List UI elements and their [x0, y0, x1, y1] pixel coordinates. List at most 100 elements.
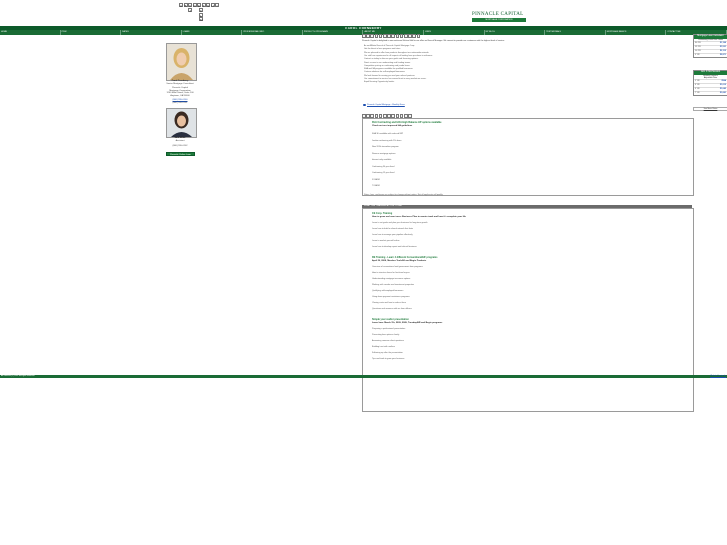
text-line: Understanding mortgage insurance options: [372, 278, 411, 280]
text-line: How to structure loans for first-time bu…: [372, 272, 410, 274]
letter-e[interactable]: E: [197, 3, 201, 8]
nav-item-4[interactable]: PROFESSIONAL INFO: [242, 30, 303, 35]
text-line: Overview of conventional and government …: [372, 266, 423, 268]
agent-fax: (800) 555-0101: [172, 101, 188, 104]
letter-k[interactable]: K: [199, 8, 203, 13]
letter-j[interactable]: J: [188, 8, 192, 13]
assistant-phone: (800) 555-0102: [172, 145, 188, 147]
page-button[interactable]: [408, 34, 412, 38]
page-button[interactable]: [412, 34, 416, 38]
rate-value: $3,871: [719, 54, 726, 56]
letter-h[interactable]: H: [210, 3, 215, 8]
text-line: 7/1 ARM: [372, 185, 380, 187]
nav-item-8[interactable]: MY BLOG: [485, 30, 546, 35]
text-line: Our staff are experienced in all aspects…: [364, 54, 433, 57]
letter-a[interactable]: A: [179, 3, 183, 8]
news-link[interactable]: Pinnacle Capital Mortgage - Monthly News: [367, 104, 405, 106]
text-line: Learn how to manage your pipeline effect…: [372, 234, 413, 236]
text-line: As an Affiliate Branch of Pinnacle Capit…: [364, 45, 416, 47]
page-button[interactable]: [404, 34, 408, 38]
more-rates-link[interactable]: See More Rates: [694, 108, 727, 111]
page-button[interactable]: [408, 114, 412, 118]
agent-title: Senior Mortgage Consultant: [166, 82, 194, 85]
more-rates[interactable]: See More Rates: [693, 107, 727, 112]
page-button[interactable]: [383, 34, 387, 38]
rate-value: $1,531: [719, 46, 726, 48]
assistant-photo: [166, 108, 197, 138]
text-line: Closing costs and how to reduce them: [372, 302, 406, 304]
text-line: Learn how to develop repeat and referral…: [372, 246, 417, 248]
page-button[interactable]: [366, 114, 370, 118]
nav-item-3[interactable]: LOANS: [182, 30, 243, 35]
text-line: Questions and answers with our loan offi…: [372, 308, 412, 310]
text-line: Learn to set goals and plan your busines…: [372, 222, 428, 224]
letter-i[interactable]: I: [215, 3, 219, 8]
feature-box: [362, 118, 694, 196]
nav-item-2[interactable]: RATES: [121, 30, 182, 35]
toolbar-buttons: [362, 34, 422, 38]
text-line: FHA 30 available with reduced MIP: [372, 133, 404, 135]
text-line: We look forward to serving you and your …: [364, 74, 416, 77]
letter-g[interactable]: G: [206, 3, 210, 8]
nav-item-10[interactable]: MORTGAGE BASICS: [606, 30, 667, 35]
letter-d[interactable]: D: [192, 3, 197, 8]
feature-subtitle: Check out our improved HA guidelines: [372, 124, 413, 127]
nav-item-5[interactable]: PRODUCT & PROGRAMS: [303, 30, 364, 35]
footer-credit[interactable]: Website Design by: [710, 375, 726, 378]
nav-item-7[interactable]: LINKS: [424, 30, 485, 35]
letter-m[interactable]: M: [199, 17, 203, 22]
rate-term: 3 YR: [695, 84, 700, 87]
online-loan-button[interactable]: Pinnacle Online Loan: [166, 152, 195, 156]
page-button[interactable]: [404, 114, 408, 118]
text-line: Conforming 15 year fixed: [372, 172, 395, 174]
rate-value: $2,113: [719, 50, 726, 52]
nav-item-9[interactable]: TESTIMONIALS: [545, 30, 606, 35]
page-button[interactable]: [370, 34, 374, 38]
rate-value: $1,081: [719, 92, 726, 95]
page-button[interactable]: [366, 34, 370, 38]
page-button[interactable]: [391, 34, 395, 38]
page-button[interactable]: [362, 34, 366, 38]
text-line: Custom solutions for self-employed borro…: [364, 71, 406, 74]
letter-l[interactable]: L: [199, 12, 203, 18]
page-button[interactable]: [399, 34, 404, 38]
text-line: Learn to market yourself online: [372, 240, 400, 242]
page-button[interactable]: [374, 34, 379, 38]
text-line: Qualifying self-employed borrowers: [372, 290, 404, 292]
page-button[interactable]: [399, 114, 404, 118]
page-button[interactable]: [374, 114, 379, 118]
rate-term: 15 YR: [695, 46, 701, 48]
rate-row: 7 YR $1,081: [694, 91, 727, 95]
page-button[interactable]: [391, 114, 395, 118]
disclaimer: Rates, fees, and terms are subject to ch…: [364, 194, 444, 196]
letter-b[interactable]: B: [183, 3, 188, 8]
rate-term: 30 YR: [695, 42, 701, 44]
nav-item-1[interactable]: ITEM: [61, 30, 122, 35]
company-logo[interactable]: PINNACLE CAPITAL MORTGAGE CORPORATION: [472, 10, 527, 23]
rate-value: $1,012: [719, 84, 726, 87]
page-button[interactable]: [378, 114, 383, 118]
letter-c[interactable]: C: [188, 3, 192, 8]
page-button[interactable]: [362, 114, 366, 118]
nav-item-0[interactable]: HOME: [0, 30, 61, 35]
page-button[interactable]: [395, 34, 400, 38]
letter-f[interactable]: F: [201, 3, 206, 8]
page-button[interactable]: [378, 34, 383, 38]
text-line: Jumbo conforming with 5% down: [372, 139, 402, 142]
page-button[interactable]: [387, 34, 391, 38]
page-button[interactable]: [416, 34, 421, 38]
rate-term: 7 YR: [695, 92, 700, 95]
text-line: Conforming 30 year fixed: [372, 165, 395, 168]
page-button[interactable]: [370, 114, 374, 118]
text-line: Get the latest in loan programs and rate…: [364, 48, 401, 51]
text-line: Preparing a professional presentation: [372, 328, 406, 330]
text-line: New 203k streamline program: [372, 146, 399, 148]
page-button[interactable]: [395, 114, 400, 118]
rate-widget-adjustable: ADJ STRATEGIES Monthly Payment Adjustabl…: [693, 70, 727, 97]
page-button[interactable]: [383, 114, 387, 118]
footer-copyright: All contents (c) 2009. All rights reserv…: [1, 375, 35, 377]
page-button[interactable]: [387, 114, 391, 118]
s2-subtitle: April 29, 2009, Member Tools/Hf and Begi…: [372, 259, 427, 262]
logo-tagline: MORTGAGE CORPORATION: [472, 18, 526, 22]
text-line: Competitive pricing on conforming and ju…: [364, 64, 411, 67]
